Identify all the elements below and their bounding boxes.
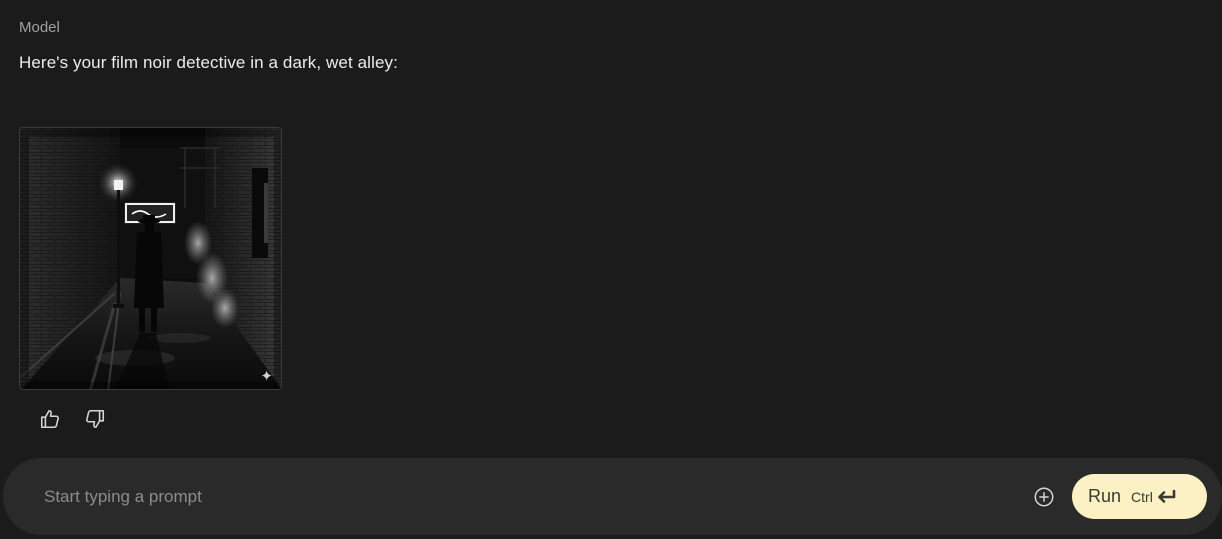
thumbs-down-icon[interactable] [83,407,106,430]
plus-circle-icon[interactable] [1033,486,1055,508]
chat-page: Model Here's your film noir detective in… [0,0,1222,539]
sparkle-icon: ✦ [260,368,273,385]
prompt-input[interactable] [44,483,944,511]
run-button-label: Run [1088,486,1122,506]
run-button[interactable]: Run Ctrl [1072,474,1207,519]
message-text: Here's your film noir detective in a dar… [19,53,398,72]
prompt-bar: Run Ctrl [3,458,1222,535]
shortcut-label: Ctrl [1131,488,1153,505]
noir-alley-image [20,128,281,389]
feedback-bar [38,407,106,430]
message-role-label: Model [19,19,60,36]
generated-image[interactable]: ✦ [19,127,282,390]
enter-icon [1155,488,1177,506]
thumbs-up-icon[interactable] [38,407,61,430]
